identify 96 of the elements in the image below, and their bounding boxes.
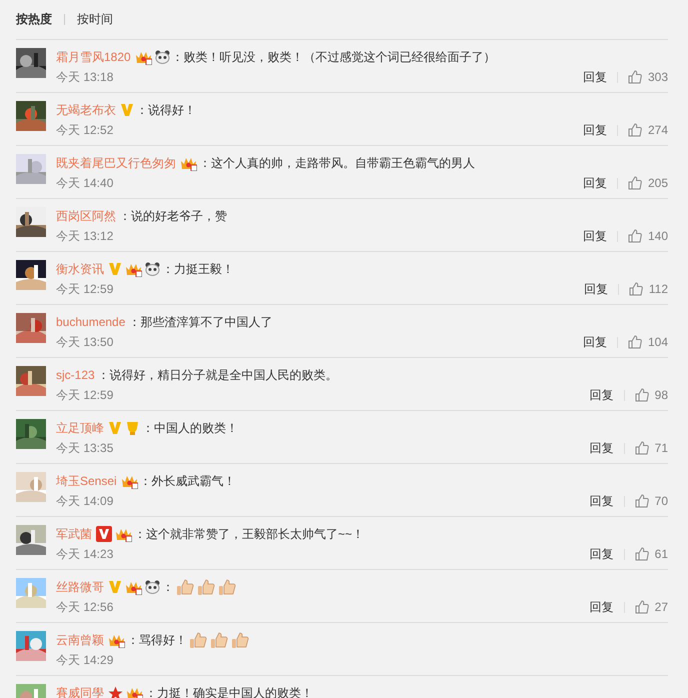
verified-v-icon [108,421,122,435]
verified-v-icon [108,580,122,594]
thumbs-up-icon [628,335,642,349]
reply-link[interactable]: 回复 [590,546,614,562]
user-name[interactable]: sjc-123 [56,368,95,382]
comment-time: 今天 12:59 [56,280,114,298]
reply-link[interactable]: 回复 [590,386,614,404]
reply-link[interactable]: 回复 [590,598,614,616]
reply-link[interactable]: 回复 [582,334,607,350]
user-name[interactable]: 西岗区阿然 [56,208,116,224]
comment-text: ：败类！听见没，败类！（不过感觉这个词已经很给面子了） [172,48,496,66]
like-button[interactable]: 140 [628,229,668,243]
comment-text: ：说得好，精日分子就是全中国人民的败类。 [98,366,338,384]
reply-link[interactable]: 回复 [582,122,607,138]
crown-badge-icon [125,580,142,594]
like-button[interactable]: 61 [634,547,668,561]
like-button[interactable]: 98 [634,388,668,402]
comment-text: ：骂得好！ [127,632,187,648]
sort-tab[interactable]: 按时间 [77,11,113,28]
cup-icon [125,420,140,436]
comment-text: ：外长威武霸气！ [140,472,236,490]
comment-time: 今天 14:23 [56,546,114,562]
sort-tab[interactable]: 按热度 [16,11,52,28]
comment-text: ：中国人的败类！ [142,420,238,436]
thumbs-up-icon [218,578,236,596]
comment-text: ： [162,578,174,596]
like-button[interactable]: 205 [628,176,668,190]
user-name[interactable]: 埼玉Sensei [56,472,117,490]
comment-text: ：那些渣滓算不了中国人了 [128,314,272,330]
crown-badge-icon [108,632,125,648]
thumbs-up-icon [176,578,194,596]
panda-icon [145,580,160,594]
reply-link[interactable]: 回复 [584,280,608,298]
comment-time: 今天 12:59 [56,386,114,404]
verified-v-icon [108,262,122,276]
like-button[interactable]: 71 [634,441,668,455]
thumbs-up-icon [210,631,228,649]
comment-text: ：这个人真的帅，走路带风。自带霸王色霸气的男人 [199,154,475,172]
user-name[interactable]: 军武菌 [56,526,92,542]
crown-badge-icon [115,526,132,542]
comment-time: 今天 14:29 [56,652,114,668]
thumbs-up-icon [628,176,642,190]
crown-badge-icon [180,156,197,170]
thumbs-up-icon [628,282,643,296]
crown-badge-icon [134,50,152,64]
like-button[interactable]: 27 [634,600,668,614]
comment-time: 今天 14:40 [56,174,114,192]
comment-time: 今天 12:56 [56,598,114,616]
thumbs-up-icon [634,547,649,561]
thumbs-up-icon [634,494,649,508]
like-button[interactable]: 274 [628,123,668,137]
thumbs-up-icon [628,123,642,137]
user-name[interactable]: 既夹着尾巴又行色匆匆 [56,154,176,172]
like-button[interactable]: 303 [628,70,668,84]
crown-badge-icon [120,474,138,488]
user-name[interactable]: 賽威同學 [56,684,104,698]
verified-v-icon [96,526,112,542]
user-name[interactable]: 衡水资讯 [56,260,104,278]
reply-link[interactable]: 回复 [590,492,614,510]
comment-time: 今天 13:12 [56,228,114,244]
thumbs-up-icon [634,388,649,402]
panda-icon [154,50,170,64]
user-name[interactable]: buchumende [56,315,126,329]
user-name[interactable]: 立足顶峰 [56,420,104,436]
comment-text: ：力挺王毅！ [162,260,234,278]
like-button[interactable]: 112 [628,282,668,296]
crown-badge-icon [125,262,142,276]
reply-link[interactable]: 回复 [590,440,614,456]
comment-text: ：说的好老爷子，赞 [119,208,227,224]
thumbs-up-icon [628,70,642,84]
comment-text: ：说得好！ [136,102,196,118]
comment-time: 今天 13:35 [56,440,114,456]
like-button[interactable]: 70 [634,494,668,508]
user-name[interactable]: 云南曾颖 [56,632,104,648]
reply-link[interactable]: 回复 [582,174,607,192]
thumbs-up-icon [231,631,249,649]
comment-text: ：这个就非常赞了，王毅部长太帅气了~~！ [134,526,364,542]
panda-icon [145,262,160,276]
comment-time: 今天 12:52 [56,122,114,138]
thumbs-up-icon [197,578,215,596]
thumbs-up-icon [189,631,207,649]
comment-time: 今天 13:50 [56,334,114,350]
user-name[interactable]: 无竭老布衣 [56,102,116,118]
reply-link[interactable]: 回复 [582,228,607,244]
crown-badge-icon [126,686,143,698]
thumbs-up-icon [628,229,642,243]
like-button[interactable]: 104 [628,335,668,349]
star-icon [108,686,123,698]
user-name[interactable]: 丝路微哥 [56,578,104,596]
comment-time: 今天 13:18 [56,68,114,86]
thumbs-up-icon [634,600,649,614]
comment-time: 今天 14:09 [56,492,114,510]
reply-link[interactable]: 回复 [582,68,607,86]
verified-v-icon [120,103,134,117]
user-name[interactable]: 霜月雪风1820 [56,48,131,66]
thumbs-up-icon [634,441,649,455]
